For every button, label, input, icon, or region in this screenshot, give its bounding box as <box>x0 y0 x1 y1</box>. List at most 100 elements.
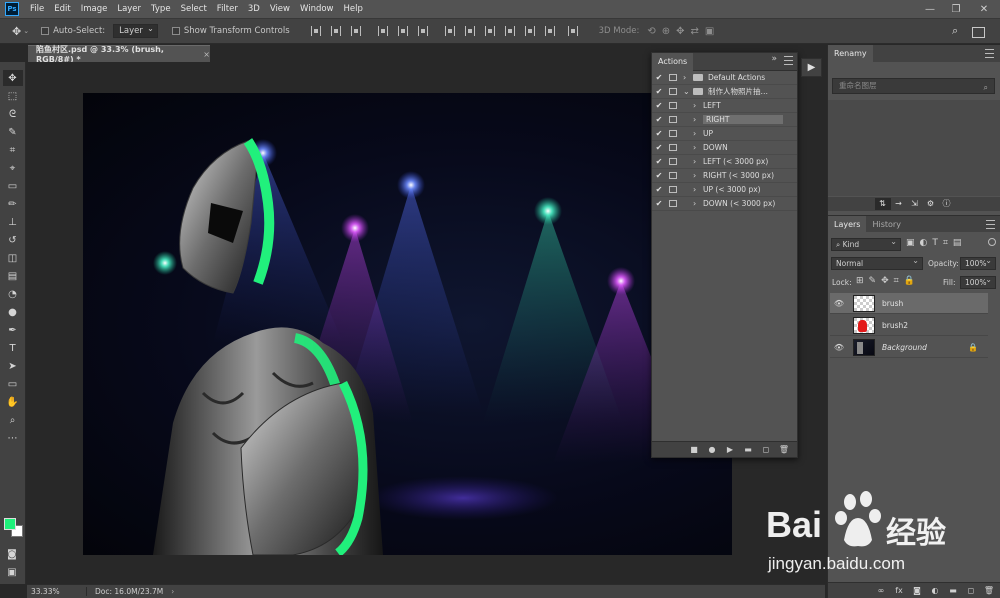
opacity-field[interactable]: 100% <box>960 255 996 270</box>
action-row[interactable]: ✔ › DOWN <box>652 141 797 155</box>
renamy-tab[interactable]: Renamy <box>828 45 873 62</box>
align-bottom-icon[interactable] <box>350 26 361 36</box>
distribute-right-icon[interactable] <box>544 26 555 36</box>
rectangle-tool-icon[interactable]: ▭ <box>3 376 23 392</box>
rename-layer-input[interactable]: 重命名图层 ⌕ <box>832 78 995 94</box>
screen-mode-icon[interactable]: ▣ <box>2 564 22 580</box>
crop-tool-icon[interactable]: ⌗ <box>3 142 23 158</box>
menu-window[interactable]: Window <box>295 0 339 18</box>
action-toggle-checkmark-icon[interactable]: ✔ <box>652 171 666 180</box>
expand-chevron-right-icon[interactable]: › <box>693 157 703 166</box>
lock-icons[interactable]: ⊞✎✥⌗🔒 <box>856 276 920 286</box>
dialog-toggle-icon[interactable] <box>669 158 677 165</box>
foreground-color-swatch[interactable] <box>4 518 16 530</box>
action-row[interactable]: ✔ › RIGHT (< 3000 px) <box>652 169 797 183</box>
expand-chevron-down-icon[interactable]: ⌄ <box>683 87 693 96</box>
eraser-tool-icon[interactable]: ◫ <box>3 250 23 266</box>
document-tab[interactable]: 陷鱼村区.psd @ 33.3% (brush, RGB/8#) * × <box>28 45 210 64</box>
menu-select[interactable]: Select <box>176 0 212 18</box>
quick-select-tool-icon[interactable]: ✎ <box>3 124 23 140</box>
action-toggle-checkmark-icon[interactable]: ✔ <box>652 129 666 138</box>
action-row[interactable]: ✔ › RIGHT <box>652 113 797 127</box>
pen-tool-icon[interactable]: ✒ <box>3 322 23 338</box>
show-transform-checkbox[interactable] <box>171 27 180 35</box>
dialog-toggle-icon[interactable] <box>669 186 677 193</box>
visibility-eye-icon[interactable]: 👁 <box>833 343 845 352</box>
action-toggle-checkmark-icon[interactable]: ✔ <box>652 199 666 208</box>
tab-layers[interactable]: Layers <box>828 215 867 233</box>
sort-icon[interactable]: ⇅ <box>874 198 891 210</box>
dialog-toggle-icon[interactable] <box>669 172 677 179</box>
menu-filter[interactable]: Filter <box>212 0 243 18</box>
zoom-tool-icon[interactable]: ⌕ <box>3 412 23 428</box>
distribute-top-icon[interactable] <box>444 26 455 36</box>
arrow-right-icon[interactable]: → <box>891 198 907 210</box>
blend-mode-dropdown[interactable]: Normal <box>831 255 923 270</box>
type-tool-icon[interactable]: T <box>3 340 23 356</box>
adjustment-layer-icon[interactable]: ◐ <box>926 586 944 595</box>
expand-chevron-right-icon[interactable]: › <box>693 143 703 152</box>
action-row[interactable]: ✔ › UP <box>652 127 797 141</box>
auto-align-icon[interactable] <box>567 26 578 36</box>
action-toggle-checkmark-icon[interactable]: ✔ <box>652 143 666 152</box>
minimize-icon[interactable]: — <box>918 0 942 18</box>
layer-row-brush[interactable]: 👁 brush <box>830 293 988 314</box>
dialog-toggle-icon[interactable] <box>669 200 677 207</box>
blur-tool-icon[interactable]: ◔ <box>3 286 23 302</box>
tab-history[interactable]: History <box>866 216 906 233</box>
close-document-icon[interactable]: × <box>203 50 210 59</box>
new-group-icon[interactable]: ▬ <box>944 586 962 595</box>
tool-preset-chevron-icon[interactable]: ⌄ <box>23 27 29 35</box>
dialog-toggle-icon[interactable] <box>669 102 677 109</box>
menu-layer[interactable]: Layer <box>112 0 146 18</box>
action-row[interactable]: ✔ › Default Actions <box>652 71 797 85</box>
renamy-menu-icon[interactable] <box>985 49 994 58</box>
move-tool-icon[interactable]: ✥ <box>12 25 21 38</box>
workspace-icon[interactable] <box>972 27 985 38</box>
lasso-tool-icon[interactable]: ᘓ <box>3 106 23 122</box>
layer-row-background[interactable]: 👁 Background 🔒 <box>830 337 988 358</box>
settings-icon[interactable]: ⚙ <box>923 198 939 210</box>
expand-chevron-right-icon[interactable]: › <box>683 73 693 82</box>
new-set-icon[interactable]: ▬ <box>739 445 757 454</box>
action-toggle-checkmark-icon[interactable]: ✔ <box>652 73 666 82</box>
menu-view[interactable]: View <box>265 0 295 18</box>
link-layers-icon[interactable]: ∞ <box>872 586 890 595</box>
align-vcenter-icon[interactable] <box>330 26 341 36</box>
healing-brush-tool-icon[interactable]: ▭ <box>3 178 23 194</box>
expand-chevron-right-icon[interactable]: › <box>693 101 703 110</box>
align-right-icon[interactable] <box>417 26 428 36</box>
menu-edit[interactable]: Edit <box>49 0 75 18</box>
dodge-tool-icon[interactable]: ● <box>3 304 23 320</box>
auto-select-checkbox[interactable] <box>41 27 50 35</box>
new-action-icon[interactable]: ◻ <box>757 445 775 454</box>
dialog-toggle-icon[interactable] <box>669 74 677 81</box>
menu-help[interactable]: Help <box>339 0 368 18</box>
3d-mode-icons[interactable]: ⟲⊕✥⇄▣ <box>647 26 720 37</box>
action-row[interactable]: ✔ › LEFT <box>652 99 797 113</box>
expand-chevron-right-icon[interactable]: › <box>693 185 703 194</box>
actions-tab[interactable]: Actions <box>652 52 694 71</box>
action-toggle-checkmark-icon[interactable]: ✔ <box>652 115 666 124</box>
clone-stamp-tool-icon[interactable]: ⊥ <box>3 214 23 230</box>
filter-toggle-icon[interactable] <box>988 238 996 246</box>
document-canvas[interactable] <box>83 93 732 555</box>
zoom-level[interactable]: 33.33% <box>31 587 87 596</box>
action-row[interactable]: ✔ › UP (< 3000 px) <box>652 183 797 197</box>
layer-row-brush2[interactable]: 👁 brush2 <box>830 315 988 336</box>
dialog-toggle-icon[interactable] <box>669 144 677 151</box>
distribute-bottom-icon[interactable] <box>484 26 495 36</box>
brush-tool-icon[interactable]: ✏ <box>3 196 23 212</box>
dialog-toggle-icon[interactable] <box>669 88 677 95</box>
expand-chevron-right-icon[interactable]: › <box>693 171 703 180</box>
info-icon[interactable]: ⓘ <box>939 198 955 210</box>
layer-style-icon[interactable]: fx <box>890 586 908 595</box>
action-row[interactable]: ✔ › LEFT (< 3000 px) <box>652 155 797 169</box>
dialog-toggle-icon[interactable] <box>669 116 677 123</box>
search-icon[interactable]: ⌕ <box>952 24 958 38</box>
action-toggle-checkmark-icon[interactable]: ✔ <box>652 101 666 110</box>
stop-recording-icon[interactable]: ■ <box>685 445 703 454</box>
status-arrow-icon[interactable]: › <box>171 587 174 596</box>
auto-select-dropdown[interactable]: Layer <box>113 23 158 38</box>
maximize-icon[interactable]: ❐ <box>944 0 968 18</box>
